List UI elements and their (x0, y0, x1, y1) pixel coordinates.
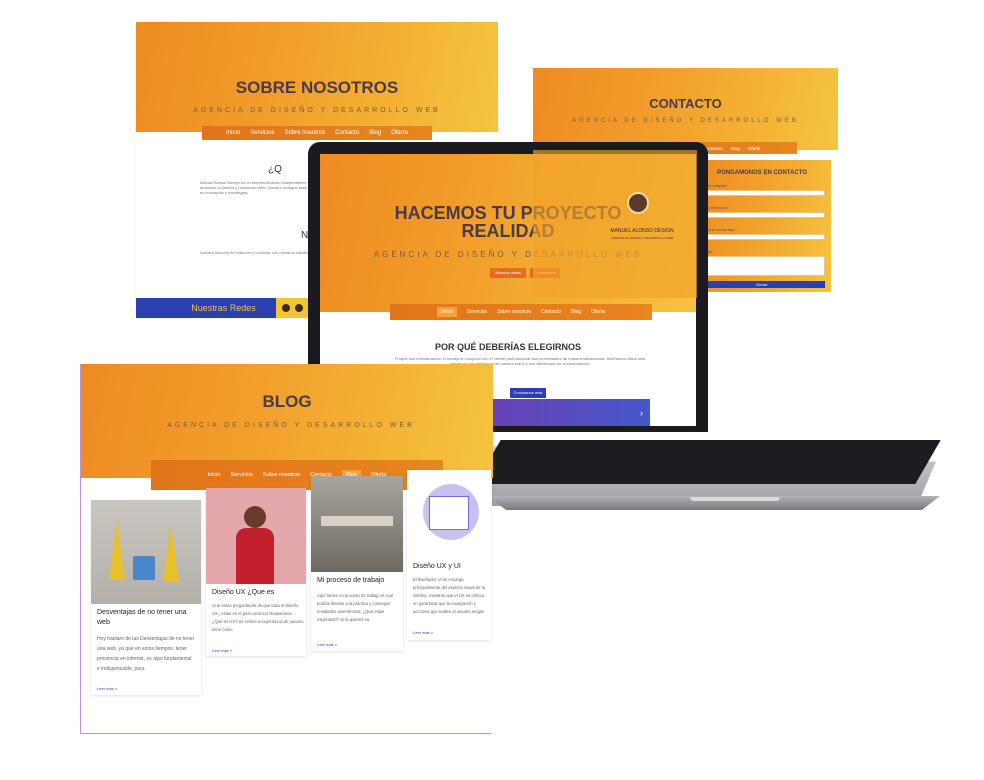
blog-title: BLOG (262, 392, 312, 411)
wet-floor-sign (163, 526, 179, 582)
brand-overlay: MANUEL ALONSO DESIGN AGENCIA DE DISEÑO Y… (533, 150, 697, 298)
brand-tagline: AGENCIA DE DISEÑO Y DESARROLLO WEB (610, 236, 674, 240)
person-head (244, 506, 266, 528)
nav-item-sobre-nosotros[interactable]: Sobre nosotros (284, 130, 325, 136)
post-excerpt: El diseñador UI se encarga principalment… (413, 577, 485, 614)
email-field[interactable] (699, 212, 825, 218)
contact-form: PONGAMONOS EN CONTACTO Nombre completo C… (693, 160, 831, 292)
post-thumbnail (407, 470, 491, 558)
nav-item-oferta[interactable]: Oferta (591, 309, 605, 315)
contact-title: CONTACTO (649, 96, 722, 111)
read-more-link[interactable]: Leer más » (413, 630, 433, 635)
nav-item-blog[interactable]: Blog (369, 130, 381, 136)
post-thumbnail (91, 500, 201, 604)
name-field[interactable] (699, 190, 825, 196)
blog-post-card[interactable]: Mi proceso de trabajo Aquí tienes un pro… (311, 476, 403, 651)
laptop-nav: Inicio Servicios Sobre nosotros Contacto… (390, 304, 652, 320)
about-body: Manuel Alonso Design es un emprendimient… (200, 180, 307, 195)
post-title[interactable]: Diseño UX y UI (413, 562, 461, 572)
post-excerpt: Hoy hablare de las Desventajas de no ten… (97, 636, 195, 672)
about-body-2: Nuestra filosofía es entender y conectar… (200, 250, 310, 255)
blog-page-card: BLOG AGENCIA DE DISEÑO Y DESARROLLO WEB … (80, 364, 493, 734)
nav-item-servicios[interactable]: Servicios (467, 309, 487, 315)
post-thumbnail (206, 488, 306, 584)
bucket (133, 556, 155, 580)
post-excerpt: Aquí tienes un proceso de trabajo el cua… (317, 593, 393, 622)
nav-item-servicios[interactable]: Servicios (250, 130, 274, 136)
blog-post-card[interactable]: Desventajas de no tener una web Hoy habl… (91, 500, 201, 695)
whatsapp-icon[interactable] (281, 304, 290, 312)
mockup-stage: SOBRE NOSOTROS AGENCIA DE DISEÑO Y DESAR… (0, 0, 984, 780)
nav-item-blog[interactable]: Blog (571, 309, 581, 315)
about-question-heading: ¿Q (268, 164, 282, 175)
read-more-link[interactable]: Leer más » (97, 686, 117, 691)
nav-item-contacto[interactable]: Contacto (541, 309, 561, 315)
know-more-button[interactable]: Conócenos más (510, 388, 546, 398)
about-title: SOBRE NOSOTROS (235, 78, 399, 97)
about-hero (136, 22, 498, 132)
nav-item-sobre-nosotros[interactable]: Sobre nosotros (497, 309, 531, 315)
nav-item-blog[interactable]: Blog (731, 146, 740, 151)
nav-item-inicio[interactable]: Inicio (226, 130, 240, 136)
avatar (627, 192, 649, 214)
person-body (236, 528, 274, 584)
blog-post-card[interactable]: Diseño UX ¿Que es Si te estas preguntand… (206, 488, 306, 656)
post-excerpt: Si te estas preguntando de que trata el … (212, 603, 304, 632)
post-thumbnail (311, 476, 403, 572)
hero-cta-primary[interactable]: Nuestra oferta (490, 268, 526, 278)
about-subtitle: AGENCIA DE DISEÑO Y DESARROLLO WEB (193, 107, 441, 114)
nav-item-sobre-nosotros[interactable]: Sobre nosotros (263, 472, 300, 478)
read-more-link[interactable]: Leer más » (317, 642, 337, 647)
nav-item-contacto[interactable]: Contacto (335, 130, 359, 136)
laptop-slider-band (480, 399, 650, 426)
subject-field[interactable] (699, 234, 825, 240)
blog-post-card[interactable]: Diseño UX y UI El diseñador UI se encarg… (407, 470, 491, 640)
read-more-link[interactable]: Leer más » (212, 648, 232, 653)
post-title[interactable]: Diseño UX ¿Que es (212, 588, 274, 598)
wet-floor-sign (109, 520, 125, 580)
blog-subtitle: AGENCIA DE DISEÑO Y DESARROLLO WEB (167, 422, 415, 429)
chevron-right-icon[interactable]: › (640, 408, 643, 418)
message-field[interactable] (699, 256, 825, 276)
nav-item-servicios[interactable]: Servicios (230, 472, 252, 478)
brand-name: MANUEL ALONSO DESIGN (610, 228, 674, 234)
why-us-heading: POR QUÉ DEBERÍAS ELEGIRNOS (434, 342, 582, 352)
meeting-table (321, 516, 393, 526)
nav-item-oferta[interactable]: Oferta (391, 130, 408, 136)
laptop-keyboard (475, 440, 941, 484)
contact-subtitle: AGENCIA DE DISEÑO Y DESARROLLO WEB (572, 118, 799, 124)
post-title[interactable]: Mi proceso de trabajo (317, 576, 384, 586)
form-title: PONGAMONOS EN CONTACTO (717, 170, 807, 176)
submit-button[interactable]: Enviar (699, 281, 825, 288)
nav-item-oferta[interactable]: Oferta (748, 146, 761, 151)
social-label: Nuestras Redes (191, 303, 256, 313)
post-title[interactable]: Desventajas de no tener una web (97, 608, 197, 628)
nav-item-inicio[interactable]: Inicio (437, 307, 457, 317)
ui-window-icon (429, 496, 469, 530)
laptop-notch (690, 497, 780, 501)
nav-item-inicio[interactable]: Inicio (208, 472, 221, 478)
